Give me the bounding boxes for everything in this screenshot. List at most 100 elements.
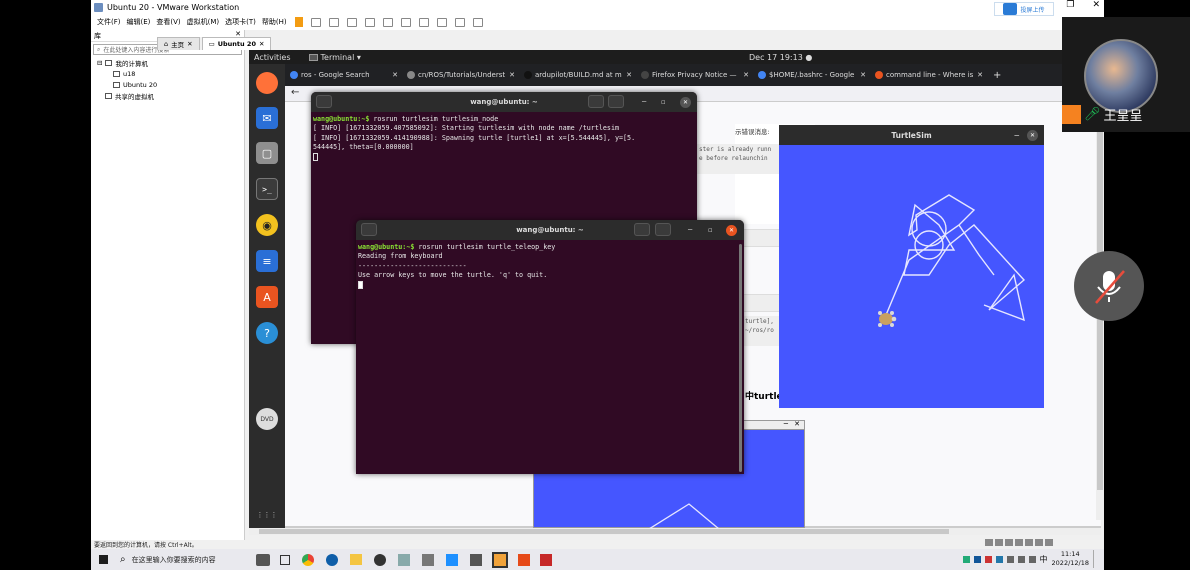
browser-tab[interactable]: ardupilot/BUILD.md at m ✕ [519,64,636,86]
close-icon[interactable]: ✕ [259,40,264,48]
back-icon[interactable]: ← [291,87,299,98]
tree-vm-u18[interactable]: u18 [97,68,244,79]
library-view-icon[interactable] [382,17,393,27]
send-keys-icon[interactable] [310,17,321,27]
activities-button[interactable]: Activities [254,53,291,62]
maximize-icon[interactable]: ▫ [661,98,666,106]
new-tab-icon[interactable] [316,95,332,108]
menu-view[interactable]: 查看(V) [156,17,180,27]
minimize-icon[interactable]: ─ [688,226,692,234]
minimize-icon[interactable]: ─ [642,98,646,106]
terminal-scrollbar[interactable] [739,244,742,472]
browser-tab[interactable]: $HOME/.bashrc - Google ✕ [753,64,870,86]
app-icon[interactable] [421,553,434,566]
help-icon[interactable]: ? [256,322,278,344]
share-button[interactable]: 投屏上传 [994,2,1054,16]
menu-vm[interactable]: 虚拟机(M) [187,17,220,27]
menu-help[interactable]: 帮助(H) [262,17,287,27]
network-icon[interactable] [1005,539,1013,546]
app-menu[interactable]: Terminal ▾ [308,53,361,62]
terminal-1-output[interactable]: wang@ubuntu:~$ rosrun turtlesim turtlesi… [311,112,697,165]
close-button[interactable]: ✕ [1092,0,1100,10]
wifi-icon[interactable] [1017,555,1025,563]
game-icon[interactable] [255,553,270,566]
files-icon[interactable]: ▢ [256,142,278,164]
new-tab-button[interactable]: + [993,70,1001,81]
manage-snapshots-icon[interactable] [364,17,375,27]
pause-icon[interactable] [294,17,303,27]
tree-my-computer[interactable]: ⊟ 我的计算机 [97,57,244,68]
vmware-taskbar-icon[interactable] [491,551,508,568]
chrome-icon[interactable] [301,553,314,566]
scroll-thumb[interactable] [259,529,949,534]
show-desktop-button[interactable] [1093,550,1096,568]
minimize-icon[interactable]: ─ [784,420,788,428]
mute-button[interactable] [1074,251,1144,321]
search-icon[interactable] [588,95,604,108]
search-icon[interactable] [634,223,650,236]
close-icon[interactable]: ✕ [509,71,515,79]
software-icon[interactable]: A [256,286,278,308]
app-icon[interactable] [397,553,410,566]
hdd-icon[interactable] [985,539,993,546]
menu-file[interactable]: 文件(F) [97,17,121,27]
restore-button[interactable]: ❐ [1066,0,1074,10]
unity-icon[interactable] [436,17,447,27]
close-icon[interactable]: ✕ [392,71,398,79]
console-view-icon[interactable] [454,17,465,27]
firefox-icon[interactable] [256,72,278,94]
video-tile[interactable]: 🎤︎ 王呈呈 [1062,17,1190,132]
thumbnail-view-icon[interactable] [400,17,411,27]
tree-vm-ubuntu20[interactable]: Ubuntu 20 [97,79,244,90]
taskbar-search-input[interactable]: 在这里输入你要搜索的内容 [132,555,216,565]
maximize-icon[interactable]: ▫ [708,226,713,234]
browser-tab[interactable]: Firefox Privacy Notice — ✕ [636,64,753,86]
app-icon[interactable] [469,553,482,566]
close-icon[interactable]: ✕ [187,40,192,48]
task-view-icon[interactable] [279,554,290,565]
minimize-icon[interactable]: ─ [1014,131,1019,140]
tree-shared-vms[interactable]: 共享的虚拟机 [97,90,244,101]
new-tab-icon[interactable] [361,223,377,236]
menu-tabs[interactable]: 选项卡(T) [225,17,256,27]
tray-icon[interactable] [962,555,970,563]
writer-icon[interactable]: ≡ [256,250,278,272]
windows-start-icon[interactable] [99,555,108,564]
vm-horizontal-scrollbar[interactable] [249,528,1101,535]
edge-icon[interactable] [325,553,338,566]
cd-icon[interactable] [995,539,1003,546]
close-icon[interactable]: ✕ [860,71,866,79]
close-icon[interactable]: ✕ [977,71,983,79]
terminal-dock-icon[interactable]: >_ [256,178,278,200]
app-icon[interactable] [445,553,458,566]
ime-indicator[interactable]: 中 [1040,554,1048,565]
file-explorer-icon[interactable] [349,554,362,565]
browser-tab[interactable]: command line - Where is ✕ [870,64,987,86]
tab-home[interactable]: ⌂ 主页 ✕ [157,37,200,50]
media-icon[interactable] [373,553,386,566]
volume-icon[interactable] [1028,555,1036,563]
printer-icon[interactable] [1035,539,1043,546]
close-icon[interactable]: ✕ [680,96,691,108]
hamburger-menu-icon[interactable] [608,95,624,108]
terminal-2-output[interactable]: wang@ubuntu:~$ rosrun turtlesim turtle_t… [356,240,744,293]
browser-tab[interactable]: ros - Google Search ✕ [285,64,402,86]
close-icon[interactable]: ✕ [726,224,737,236]
dvd-icon[interactable]: DVD [256,408,278,430]
thunderbird-icon[interactable]: ✉ [256,107,278,129]
fullscreen-icon[interactable] [418,17,429,27]
taskbar-clock[interactable]: 11:14 2022/12/18 [1052,550,1089,568]
show-apps-icon[interactable]: ⋮⋮⋮ [256,504,278,526]
app-icon[interactable] [517,553,530,566]
tray-icon[interactable] [984,555,992,563]
snapshot-icon[interactable] [328,17,339,27]
hamburger-menu-icon[interactable] [655,223,671,236]
sound-icon[interactable] [1025,539,1033,546]
stretch-icon[interactable] [472,17,483,27]
rhythmbox-icon[interactable]: ◉ [256,214,278,236]
close-icon[interactable]: ✕ [794,420,800,428]
clock[interactable]: Dec 17 19:13 ● [749,53,812,62]
battery-icon[interactable] [1006,555,1014,563]
browser-tab[interactable]: cn/ROS/Tutorials/Underst ✕ [402,64,519,86]
close-icon[interactable]: ✕ [626,71,632,79]
